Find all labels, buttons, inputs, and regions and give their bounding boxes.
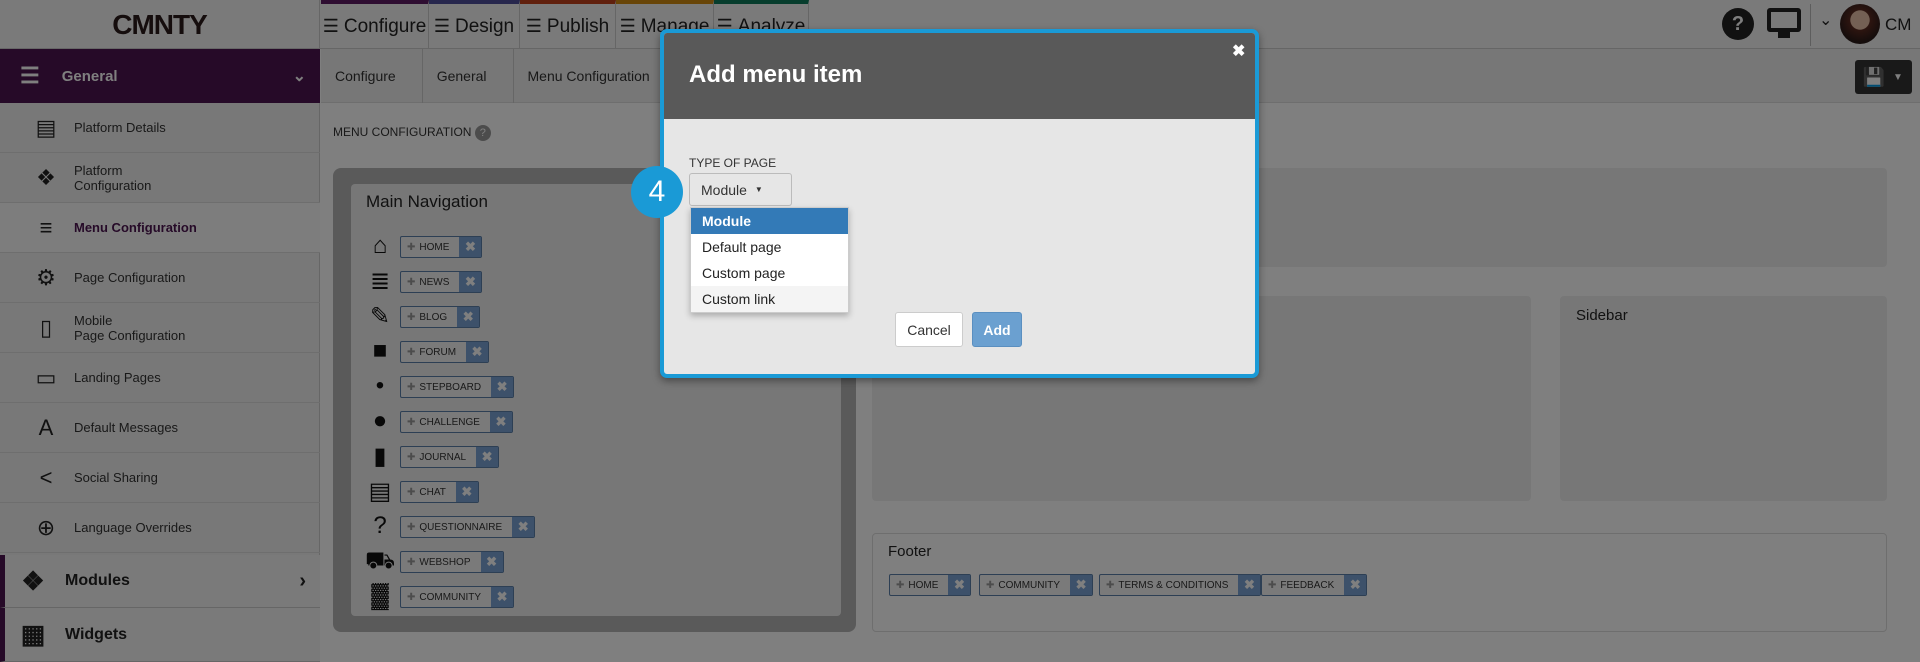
caret-down-icon: ▼	[754, 185, 763, 194]
dropdown-option[interactable]: Custom page	[691, 260, 848, 286]
close-icon[interactable]: ✖	[1232, 41, 1245, 61]
step-badge: 4	[631, 166, 683, 218]
type-of-page-dropdown: Module Default page Custom page Custom link	[690, 207, 849, 313]
dropdown-option[interactable]: Module	[691, 208, 848, 234]
dropdown-option[interactable]: Default page	[691, 234, 848, 260]
cancel-button[interactable]: Cancel	[895, 312, 963, 347]
dialog-title: Add menu item	[689, 61, 863, 88]
type-of-page-select[interactable]: Module ▼	[689, 173, 792, 206]
selected-value: Module	[701, 181, 747, 198]
add-menu-item-dialog: Add menu item ✖ TYPE OF PAGE Module ▼ Mod…	[660, 29, 1259, 378]
type-of-page-label: TYPE OF PAGE	[689, 156, 777, 170]
dropdown-option[interactable]: Custom link	[691, 286, 848, 312]
add-button[interactable]: Add	[972, 312, 1022, 347]
